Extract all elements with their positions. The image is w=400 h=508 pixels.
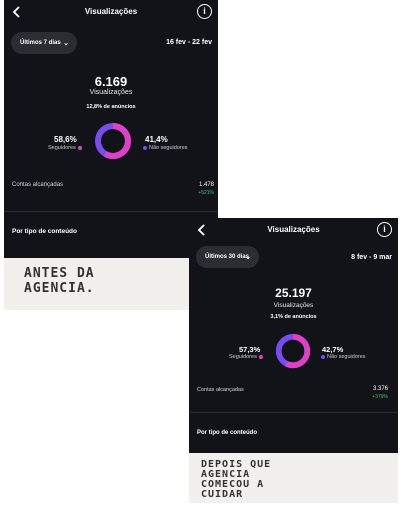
followers-dot-icon (258, 354, 263, 359)
reach-value: 3.376 (372, 386, 388, 392)
followers-legend: Seguidores (229, 354, 265, 360)
ads-note: 3,1% de anúncios (270, 314, 317, 320)
date-range: 16 fev - 22 fev (166, 39, 212, 46)
info-circle-icon[interactable]: i (197, 4, 212, 19)
followers-legend-label: Seguidores (48, 145, 76, 151)
ads-note: 12,8% de anúncios (86, 104, 136, 110)
nonfollowers-percentage: 42,7% (322, 345, 344, 354)
insights-panel-before: Visualizações i Últimos 7 dias ⌄ 16 fev … (4, 0, 218, 258)
followers-percentage: 58,6% (54, 135, 77, 144)
reach-delta: +379% (372, 394, 388, 400)
period-filter-label: Últimos 30 dias (205, 254, 250, 260)
chevron-down-icon: ⌄ (63, 40, 69, 47)
period-filter-button[interactable]: Últimos 30 dias ⌄ (196, 246, 259, 268)
followers-donut-chart (95, 123, 131, 159)
followers-dot-icon (77, 145, 82, 150)
period-filter-label: Últimos 7 dias (20, 40, 61, 46)
page-title: Visualizações (267, 225, 320, 234)
followers-legend-label: Seguidores (229, 354, 257, 360)
divider (189, 412, 398, 413)
nonfollowers-legend: Não seguidores (319, 354, 366, 360)
nonfollowers-dot-icon (321, 354, 325, 359)
nonfollowers-legend-label: Não seguidores (149, 145, 188, 151)
info-circle-icon[interactable]: i (377, 222, 392, 237)
chevron-down-icon: ⌄ (245, 254, 251, 261)
total-views-label: Visualizações (89, 89, 133, 96)
caption-before: ANTES DA AGENCIA. (4, 258, 218, 310)
caption-after: DEPOIS QUE AGENCIA COMECOU A CUIDAR (189, 453, 398, 503)
followers-legend: Seguidores (48, 145, 84, 151)
reach-delta: +521% (198, 190, 214, 196)
reach-label: Contas alcançadas (12, 182, 64, 188)
total-views-label: Visualizações (273, 302, 314, 309)
page-title: Visualizações (84, 7, 138, 16)
reach-label: Contas alcançadas (197, 387, 244, 393)
header: Visualizações i (4, 0, 218, 26)
caption-line: CUIDAR (201, 489, 244, 500)
insights-panel-after: Visualizações i Últimos 30 dias ⌄ 8 fev … (189, 218, 398, 453)
total-views: 6.169 (94, 74, 128, 89)
nonfollowers-legend-label: Não seguidores (327, 354, 366, 360)
divider (4, 211, 218, 212)
nonfollowers-legend: Não seguidores (141, 145, 188, 151)
followers-donut-chart (275, 333, 311, 369)
content-type-heading[interactable]: Por tipo de conteúdo (12, 228, 77, 235)
content-type-heading[interactable]: Por tipo de conteúdo (197, 430, 257, 436)
date-range: 8 fev - 9 mar (351, 254, 392, 261)
followers-percentage: 57,3% (239, 345, 261, 354)
period-filter-button[interactable]: Últimos 7 dias ⌄ (11, 32, 77, 54)
nonfollowers-dot-icon (143, 145, 147, 150)
nonfollowers-percentage: 41,4% (145, 135, 168, 144)
header: Visualizações i (189, 218, 398, 244)
reach-value: 1.478 (198, 182, 214, 188)
total-views: 25.197 (275, 286, 312, 300)
